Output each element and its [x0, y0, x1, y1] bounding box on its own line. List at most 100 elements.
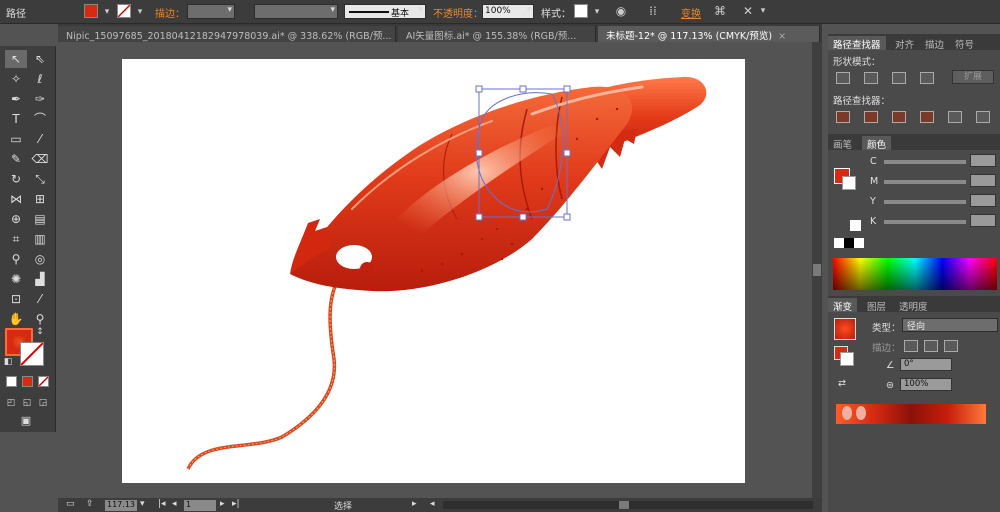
rotate-tool-icon[interactable]: ↻ — [5, 170, 27, 188]
gradient-stop[interactable] — [842, 406, 852, 420]
zoom-dropdown-icon[interactable]: ▾ — [140, 499, 145, 509]
gradient-fill-preview[interactable] — [834, 318, 856, 340]
recolor-icon[interactable]: ◉ — [613, 3, 629, 19]
draw-inside-icon[interactable]: ◲ — [36, 394, 50, 412]
exclude-icon[interactable] — [920, 72, 934, 84]
stroke-along-icon[interactable] — [924, 340, 938, 352]
close-icon[interactable]: × — [778, 31, 786, 42]
tab-symbols[interactable]: 符号 — [950, 36, 979, 51]
artboard-tool-icon[interactable]: ⊡ — [5, 290, 27, 308]
prev-artboard-icon[interactable]: ◂ — [172, 499, 177, 509]
draw-normal-icon[interactable]: ◰ — [4, 394, 18, 412]
options-icon[interactable]: ✕ — [740, 3, 756, 19]
vertical-scrollbar[interactable] — [812, 42, 822, 498]
white-swatch[interactable] — [854, 238, 864, 248]
scroll-thumb[interactable] — [619, 501, 629, 509]
expand-button[interactable]: 扩展 — [952, 70, 994, 84]
tab-align[interactable]: 对齐 — [890, 36, 919, 51]
minus-back-icon[interactable] — [976, 111, 990, 123]
tab-color[interactable]: 颜色 — [862, 136, 892, 151]
tab-layers[interactable]: 图层 — [862, 298, 891, 313]
channel-k-slider[interactable] — [884, 220, 966, 224]
pen-tool-icon[interactable]: ✒ — [5, 90, 27, 108]
tab-stroke[interactable]: 描边 — [920, 36, 949, 51]
merge-icon[interactable] — [892, 111, 906, 123]
stroke-swatch[interactable] — [117, 4, 131, 18]
tab-transparency[interactable]: 透明度 — [894, 298, 933, 313]
stroke-within-icon[interactable] — [904, 340, 918, 352]
column-graph-tool-icon[interactable]: ▟ — [29, 270, 51, 288]
color-stroke-swatch[interactable] — [842, 176, 856, 190]
symbol-sprayer-tool-icon[interactable]: ✺ — [5, 270, 27, 288]
pencil-tool-icon[interactable]: ✎ — [5, 150, 27, 168]
fill-swatch[interactable] — [84, 4, 98, 18]
curvature-tool-icon[interactable]: ✑ — [29, 90, 51, 108]
scroll-thumb[interactable] — [813, 264, 821, 276]
stroke-label[interactable]: 描边： — [155, 5, 185, 20]
status-mode-label[interactable]: 选择 — [334, 499, 352, 512]
paintbrush-tool-icon[interactable]: ⁄ — [29, 130, 51, 148]
width-tool-icon[interactable]: ⋈ — [5, 190, 27, 208]
eraser-tool-icon[interactable]: ⌫ — [29, 150, 51, 168]
graphic-style-swatch[interactable] — [574, 4, 588, 18]
type-tool-icon[interactable]: T — [5, 110, 27, 128]
channel-m-slider[interactable] — [884, 180, 966, 184]
channel-y-slider[interactable] — [884, 200, 966, 204]
gradient-stroke-swatch[interactable] — [840, 352, 854, 366]
stroke-weight-field[interactable] — [187, 4, 235, 19]
eyedropper-tool-icon[interactable]: ⚲ — [5, 250, 27, 268]
direct-selection-tool-icon[interactable]: ⇖ — [29, 50, 51, 68]
export-icon[interactable]: ⇪ — [86, 499, 94, 509]
channel-m-value[interactable] — [970, 174, 996, 187]
tab-pathfinder[interactable]: 路径查找器 — [828, 36, 886, 51]
lobster-artwork[interactable] — [122, 59, 745, 483]
channel-c-value[interactable] — [970, 154, 996, 167]
rectangle-tool-icon[interactable]: ▭ — [5, 130, 27, 148]
scale-tool-icon[interactable]: ⤡ — [29, 170, 51, 188]
perspective-grid-tool-icon[interactable]: ▤ — [29, 210, 51, 228]
opacity-label[interactable]: 不透明度： — [433, 5, 483, 20]
transform-link[interactable]: 变换 — [681, 5, 701, 20]
swap-colors-icon[interactable]: ↕ — [34, 326, 46, 338]
next-artboard-icon[interactable]: ▸ — [220, 499, 225, 509]
artboard[interactable] — [122, 59, 745, 483]
zoom-field[interactable]: 117.13 — [105, 500, 137, 511]
channel-c-slider[interactable] — [884, 160, 966, 164]
gradient-type-dropdown[interactable]: 径向 — [902, 318, 998, 332]
variable-width-dropdown[interactable] — [254, 4, 338, 19]
tab-gradient[interactable]: 渐变 — [828, 298, 858, 313]
gradient-stop[interactable] — [856, 406, 866, 420]
page-field[interactable]: 1 — [184, 500, 216, 511]
menu-dropdown-icon[interactable]: ▾ — [755, 3, 771, 19]
first-artboard-icon[interactable]: |◂ — [158, 499, 166, 509]
tab-doc-1[interactable]: Nipic_15097685_20180412182947978039.ai* … — [58, 26, 396, 42]
none-mode-icon[interactable] — [38, 376, 49, 387]
minus-front-icon[interactable] — [864, 72, 878, 84]
screen-mode-icon[interactable]: ▣ — [14, 412, 38, 430]
black-swatch[interactable] — [844, 238, 854, 248]
gradient-tool-icon[interactable]: ▥ — [29, 230, 51, 248]
white-swatch[interactable] — [850, 220, 861, 231]
magic-wand-tool-icon[interactable]: ✧ — [5, 70, 27, 88]
unite-icon[interactable] — [836, 72, 850, 84]
isolate-icon[interactable]: ⌘ — [712, 3, 728, 19]
gradient-slider[interactable] — [836, 404, 986, 424]
crop-icon[interactable] — [920, 111, 934, 123]
line-tool-icon[interactable]: ⌒ — [29, 110, 51, 128]
aspect-ratio-field[interactable]: 100% — [900, 378, 952, 391]
tab-brushes[interactable]: 画笔 — [828, 136, 857, 151]
brush-profile-dropdown[interactable]: 基本 — [344, 4, 426, 19]
blend-tool-icon[interactable]: ◎ — [29, 250, 51, 268]
hand-tool-icon[interactable]: ✋ — [5, 310, 27, 328]
align-options-icon[interactable]: ⁞⁞ — [645, 3, 661, 19]
free-transform-tool-icon[interactable]: ⊞ — [29, 190, 51, 208]
tab-doc-2[interactable]: AI矢量图标.ai* @ 155.38% (RGB/预... — [398, 26, 596, 42]
trim-icon[interactable] — [864, 111, 878, 123]
intersect-icon[interactable] — [892, 72, 906, 84]
color-mode-icon[interactable] — [6, 376, 17, 387]
selection-tool-icon[interactable]: ↖ — [5, 50, 27, 68]
color-spectrum[interactable] — [833, 258, 997, 290]
slice-tool-icon[interactable]: ⁄ — [29, 290, 51, 308]
stroke-dropdown-icon[interactable]: ▾ — [132, 4, 148, 20]
outline-icon[interactable] — [948, 111, 962, 123]
